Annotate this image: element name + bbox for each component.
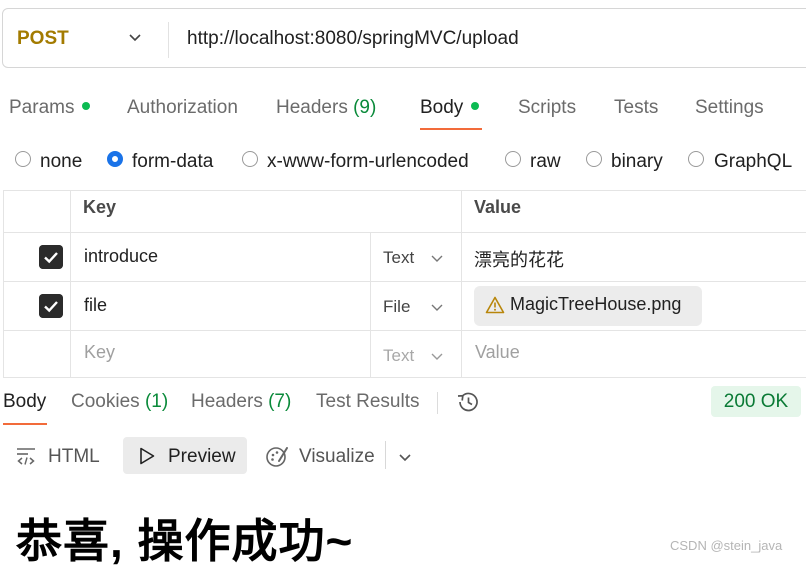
table-col-divider (370, 232, 371, 378)
params-dot-indicator (82, 101, 91, 110)
radio-graphql-label[interactable]: GraphQL (714, 151, 792, 173)
file-name: MagicTreeHouse.png (510, 294, 682, 314)
status-badge: 200 OK (711, 386, 801, 417)
chevron-down-icon[interactable] (430, 349, 444, 363)
history-icon[interactable] (455, 390, 481, 414)
tab-params[interactable]: Params (9, 97, 91, 119)
radio-form-data-label[interactable]: form-data (132, 151, 213, 173)
view-preview-label: Preview (168, 446, 236, 467)
radio-binary-label[interactable]: binary (611, 151, 663, 173)
cookies-label: Cookies (71, 391, 140, 412)
chevron-down-icon[interactable] (430, 300, 444, 314)
method-select[interactable]: POST (17, 28, 69, 50)
table-row-divider (3, 281, 806, 282)
value-placeholder[interactable]: Value (475, 342, 520, 363)
body-dot-indicator (471, 101, 480, 110)
radio-urlencoded[interactable] (242, 151, 258, 167)
row-key[interactable]: file (84, 295, 107, 316)
tab-body[interactable]: Body (420, 97, 480, 119)
table-col-divider (3, 190, 4, 378)
radio-binary[interactable] (586, 151, 602, 167)
table-border-top (3, 190, 806, 191)
response-headers-count: (7) (268, 391, 292, 412)
response-headers-label: Headers (191, 391, 263, 412)
response-tab-test-results[interactable]: Test Results (316, 391, 419, 413)
radio-form-data[interactable] (107, 151, 123, 167)
radio-none-label[interactable]: none (40, 151, 82, 173)
table-col-divider (70, 190, 71, 378)
tab-params-label: Params (9, 97, 75, 118)
tab-settings[interactable]: Settings (695, 97, 764, 119)
visualize-icon (266, 447, 288, 467)
row-value[interactable]: 漂亮的花花 (474, 246, 564, 272)
response-tab-cookies[interactable]: Cookies (1) (71, 391, 168, 413)
tab-headers-label: Headers (276, 97, 348, 118)
code-wrap-icon (17, 448, 35, 465)
checkbox-checked-icon[interactable] (39, 294, 63, 318)
chevron-down-icon[interactable] (397, 449, 413, 465)
column-header-value: Value (474, 197, 522, 217)
column-header-key: Key (83, 197, 117, 217)
url-divider (168, 22, 169, 58)
radio-graphql[interactable] (688, 151, 704, 167)
view-html-button[interactable]: HTML (48, 446, 100, 468)
play-icon (140, 447, 155, 465)
radio-raw[interactable] (505, 151, 521, 167)
active-tab-underline (420, 128, 482, 130)
warning-icon (485, 296, 505, 314)
tab-authorization[interactable]: Authorization (127, 97, 238, 119)
tab-scripts[interactable]: Scripts (518, 97, 576, 119)
tab-tests[interactable]: Tests (614, 97, 658, 119)
row-type-select[interactable]: File (383, 297, 410, 317)
chevron-down-icon[interactable] (127, 29, 143, 45)
radio-none[interactable] (15, 151, 31, 167)
view-visualize-button[interactable]: Visualize (299, 446, 375, 468)
tab-headers[interactable]: Headers (9) (276, 97, 376, 119)
table-row-divider (3, 330, 806, 331)
chevron-down-icon[interactable] (430, 251, 444, 265)
cookies-count: (1) (144, 391, 169, 412)
view-divider (385, 441, 386, 469)
type-placeholder-select[interactable]: Text (383, 346, 414, 366)
table-col-divider (461, 190, 462, 378)
tab-divider (437, 392, 438, 414)
row-key[interactable]: introduce (84, 246, 158, 267)
tab-body-label: Body (420, 97, 464, 118)
table-row-divider (3, 232, 806, 233)
row-type-select[interactable]: Text (383, 248, 414, 268)
url-input[interactable]: http://localhost:8080/springMVC/upload (187, 28, 519, 50)
radio-raw-label[interactable]: raw (530, 151, 561, 173)
tab-headers-count: (9) (353, 97, 377, 118)
response-tab-body[interactable]: Body (3, 391, 46, 413)
response-tab-underline (3, 423, 47, 425)
watermark: CSDN @stein_java (670, 538, 783, 553)
key-placeholder[interactable]: Key (84, 342, 115, 363)
preview-heading: 恭喜, 操作成功~ (16, 515, 354, 567)
response-tab-headers[interactable]: Headers (7) (191, 391, 291, 413)
radio-urlencoded-label[interactable]: x-www-form-urlencoded (267, 151, 469, 173)
checkbox-checked-icon[interactable] (39, 245, 63, 269)
table-border-bottom (3, 377, 806, 378)
